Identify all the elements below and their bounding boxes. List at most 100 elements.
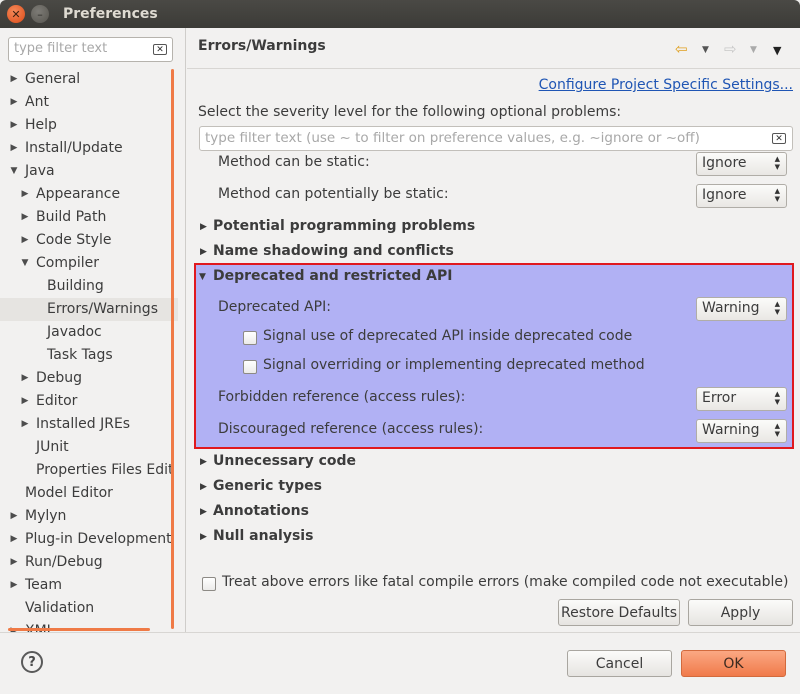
tree-item-run-debug[interactable]: ▶ Run/Debug: [0, 551, 178, 574]
deprecated-api-severity-value: Warning: [702, 300, 760, 316]
tree-horizontal-scrollbar[interactable]: [8, 628, 150, 631]
collapsed-twisty-icon[interactable]: ▶: [9, 137, 19, 160]
tree-item-installed-jres[interactable]: ▶ Installed JREs: [0, 413, 178, 436]
tree-item-general[interactable]: ▶ General: [0, 68, 178, 91]
tree-item-ant[interactable]: ▶ Ant: [0, 91, 178, 114]
select-arrows-icon: ▲ ▼: [774, 155, 780, 171]
expanded-twisty-icon[interactable]: ▼: [199, 272, 206, 282]
page-title: Errors/Warnings: [198, 38, 326, 54]
clear-filter-icon[interactable]: ✕: [153, 44, 167, 55]
deprecated-api-label: Deprecated API:: [218, 299, 331, 315]
section-deprecated-api[interactable]: Deprecated and restricted API: [213, 268, 453, 284]
method-potential-static-label: Method can potentially be static:: [218, 186, 449, 202]
section-generic-types[interactable]: Generic types: [213, 478, 322, 494]
tree-item-model-editor[interactable]: Model Editor: [0, 482, 178, 505]
help-icon[interactable]: ?: [21, 651, 43, 673]
collapsed-twisty-icon[interactable]: ▶: [9, 505, 19, 528]
collapsed-twisty-icon[interactable]: ▶: [20, 229, 30, 252]
tree-item-plug-in-development[interactable]: ▶ Plug-in Development: [0, 528, 178, 551]
tree-item-code-style[interactable]: ▶ Code Style: [0, 229, 178, 252]
tree-vertical-scrollbar[interactable]: [171, 69, 174, 629]
discouraged-reference-label: Discouraged reference (access rules):: [218, 421, 484, 437]
apply-button[interactable]: Apply: [688, 599, 793, 626]
treat-as-fatal-checkbox[interactable]: [202, 577, 216, 591]
tree-filter-input[interactable]: type filter text ✕: [8, 37, 173, 62]
back-arrow-icon[interactable]: ⇦: [675, 40, 688, 58]
tree-item-task-tags[interactable]: Task Tags: [0, 344, 178, 367]
collapsed-twisty-icon[interactable]: ▶: [9, 551, 19, 574]
tree-item-properties-files-edit[interactable]: Properties Files Edit: [0, 459, 178, 482]
collapsed-twisty-icon[interactable]: ▶: [9, 528, 19, 551]
tree-item-label: Build Path: [36, 209, 107, 225]
collapsed-twisty-icon[interactable]: ▶: [20, 206, 30, 229]
section-annotations[interactable]: Annotations: [213, 503, 309, 519]
tree-item-editor[interactable]: ▶ Editor: [0, 390, 178, 413]
tree-item-compiler[interactable]: ▼ Compiler: [0, 252, 178, 275]
method-static-severity-select[interactable]: Ignore ▲ ▼: [696, 152, 787, 176]
tree-item-install-update[interactable]: ▶ Install/Update: [0, 137, 178, 160]
collapsed-twisty-icon[interactable]: ▶: [9, 91, 19, 114]
tree-item-java[interactable]: ▼ Java: [0, 160, 178, 183]
tree-item-appearance[interactable]: ▶ Appearance: [0, 183, 178, 206]
section-null-analysis[interactable]: Null analysis: [213, 528, 313, 544]
collapsed-twisty-icon[interactable]: ▶: [200, 482, 207, 492]
tree-item-mylyn[interactable]: ▶ Mylyn: [0, 505, 178, 528]
collapsed-twisty-icon[interactable]: ▶: [200, 247, 207, 257]
method-potential-static-severity-select[interactable]: Ignore ▲ ▼: [696, 184, 787, 208]
signal-inside-deprecated-checkbox[interactable]: [243, 331, 257, 345]
problem-filter-placeholder: type filter text (use ~ to filter on pre…: [205, 130, 700, 146]
collapsed-twisty-icon[interactable]: ▶: [200, 507, 207, 517]
ok-button[interactable]: OK: [681, 650, 786, 677]
tree-item-errors-warnings[interactable]: Errors/Warnings: [0, 298, 178, 321]
tree-item-javadoc[interactable]: Javadoc: [0, 321, 178, 344]
cancel-button[interactable]: Cancel: [567, 650, 672, 677]
footer-separator: [0, 632, 800, 633]
tree-item-label: JUnit: [36, 439, 69, 455]
signal-overriding-deprecated-checkbox[interactable]: [243, 360, 257, 374]
section-name-shadowing[interactable]: Name shadowing and conflicts: [213, 243, 454, 259]
expanded-twisty-icon[interactable]: ▼: [20, 252, 30, 275]
signal-overriding-deprecated-label: Signal overriding or implementing deprec…: [263, 357, 645, 373]
tree-item-validation[interactable]: Validation: [0, 597, 178, 620]
minimize-window-icon[interactable]: –: [31, 5, 49, 23]
restore-defaults-button[interactable]: Restore Defaults: [558, 599, 680, 626]
back-history-dropdown-icon[interactable]: ▼: [702, 45, 709, 55]
section-potential-problems[interactable]: Potential programming problems: [213, 218, 475, 234]
discouraged-reference-severity-select[interactable]: Warning ▲ ▼: [696, 419, 787, 443]
tree-item-label: Task Tags: [47, 347, 113, 363]
collapsed-twisty-icon[interactable]: ▶: [20, 390, 30, 413]
forward-arrow-icon[interactable]: ⇨: [724, 40, 737, 58]
section-unnecessary-code[interactable]: Unnecessary code: [213, 453, 356, 469]
problem-filter-input[interactable]: type filter text (use ~ to filter on pre…: [199, 126, 793, 151]
tree-item-label: Properties Files Edit: [36, 462, 174, 478]
tree-item-label: Compiler: [36, 255, 100, 271]
deprecated-api-severity-select[interactable]: Warning ▲ ▼: [696, 297, 787, 321]
tree-item-building[interactable]: Building: [0, 275, 178, 298]
tree-item-label: Mylyn: [25, 508, 67, 524]
tree-item-team[interactable]: ▶ Team: [0, 574, 178, 597]
tree-item-label: Building: [47, 278, 104, 294]
expanded-twisty-icon[interactable]: ▼: [9, 160, 19, 183]
collapsed-twisty-icon[interactable]: ▶: [200, 222, 207, 232]
clear-problem-filter-icon[interactable]: ✕: [772, 133, 786, 144]
view-menu-icon[interactable]: ▼: [773, 44, 781, 57]
tree-item-help[interactable]: ▶ Help: [0, 114, 178, 137]
collapsed-twisty-icon[interactable]: ▶: [9, 68, 19, 91]
forward-history-dropdown-icon[interactable]: ▼: [750, 45, 757, 55]
tree-item-label: Debug: [36, 370, 83, 386]
tree-item-build-path[interactable]: ▶ Build Path: [0, 206, 178, 229]
configure-project-settings-link[interactable]: Configure Project Specific Settings...: [539, 77, 793, 93]
collapsed-twisty-icon[interactable]: ▶: [200, 532, 207, 542]
collapsed-twisty-icon[interactable]: ▶: [20, 183, 30, 206]
tree-item-label: Validation: [25, 600, 95, 616]
collapsed-twisty-icon[interactable]: ▶: [20, 413, 30, 436]
collapsed-twisty-icon[interactable]: ▶: [20, 367, 30, 390]
collapsed-twisty-icon[interactable]: ▶: [9, 574, 19, 597]
tree-item-junit[interactable]: JUnit: [0, 436, 178, 459]
collapsed-twisty-icon[interactable]: ▶: [9, 114, 19, 137]
collapsed-twisty-icon[interactable]: ▶: [200, 457, 207, 467]
close-window-icon[interactable]: ✕: [7, 5, 25, 23]
discouraged-reference-severity-value: Warning: [702, 422, 760, 438]
tree-item-debug[interactable]: ▶ Debug: [0, 367, 178, 390]
forbidden-reference-severity-select[interactable]: Error ▲ ▼: [696, 387, 787, 411]
